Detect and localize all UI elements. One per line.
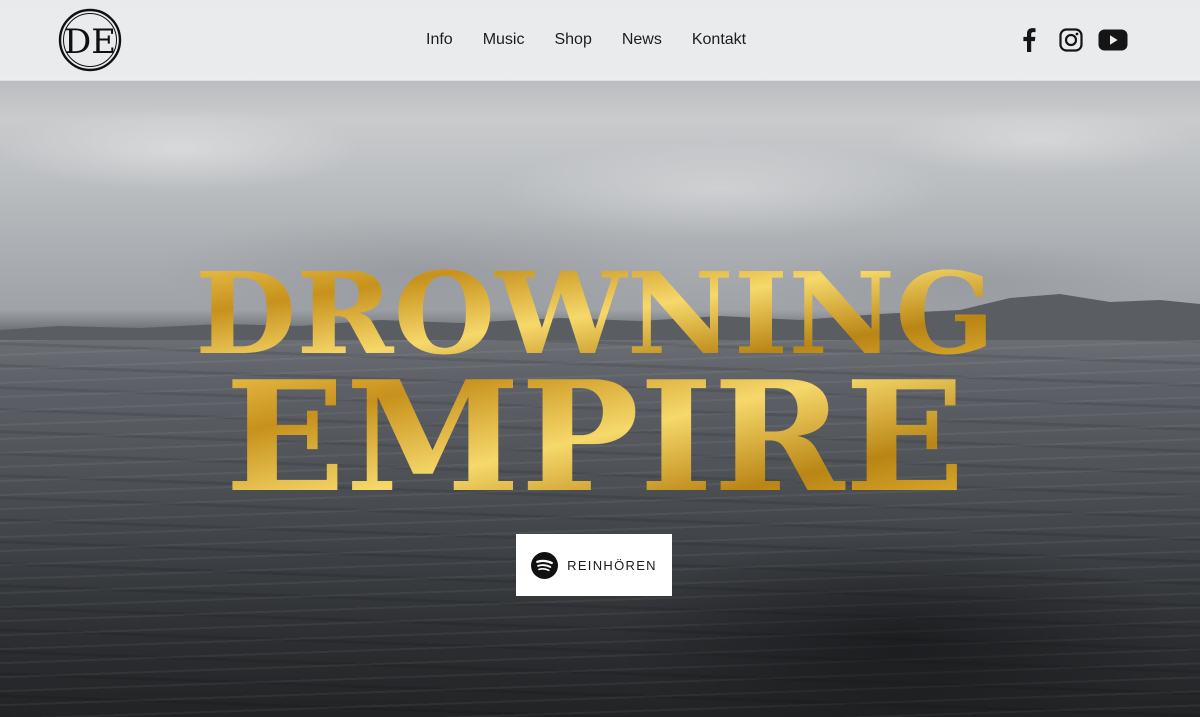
youtube-icon bbox=[1098, 29, 1128, 51]
facebook-icon bbox=[1023, 28, 1036, 52]
site-logo[interactable]: DE bbox=[58, 8, 122, 72]
logo-monogram-text: DE bbox=[64, 22, 116, 62]
nav-item-music[interactable]: Music bbox=[468, 28, 540, 52]
reinhoeren-label: REINHÖREN bbox=[567, 557, 657, 573]
youtube-link[interactable] bbox=[1096, 26, 1130, 54]
social-links bbox=[1014, 26, 1130, 54]
spotify-icon bbox=[531, 551, 559, 579]
nav-item-kontakt[interactable]: Kontakt bbox=[677, 28, 761, 52]
site-header: DE Info Music Shop News Kontakt bbox=[0, 0, 1200, 81]
instagram-icon bbox=[1059, 28, 1083, 52]
de-monogram-logo-icon: DE bbox=[58, 8, 122, 72]
hero-title: DROWNING EMPIRE bbox=[195, 250, 995, 500]
nav-item-shop[interactable]: Shop bbox=[539, 28, 606, 52]
title-line-2: EMPIRE bbox=[225, 347, 965, 500]
main-navigation: Info Music Shop News Kontakt bbox=[411, 28, 761, 52]
facebook-link[interactable] bbox=[1014, 26, 1044, 54]
nav-item-news[interactable]: News bbox=[607, 28, 677, 52]
nav-item-info[interactable]: Info bbox=[411, 28, 468, 52]
reinhoeren-button[interactable]: REINHÖREN bbox=[516, 534, 672, 596]
instagram-link[interactable] bbox=[1056, 26, 1086, 54]
